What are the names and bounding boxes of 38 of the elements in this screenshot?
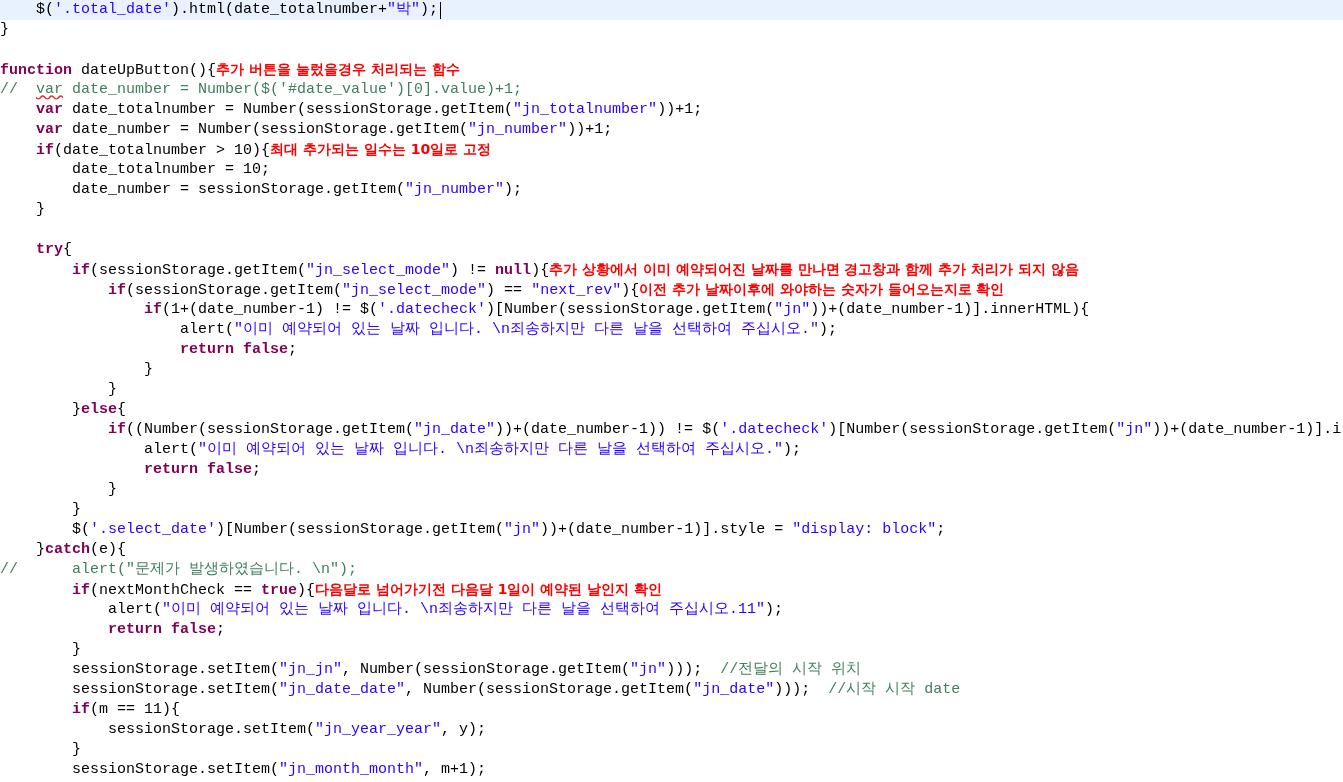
code-line: date_totalnumber = 10;	[71, 160, 271, 180]
code-line: if(sessionStorage.getItem("jn_select_mode") == "next_rev"){이전 추가 날짜이후에 와야하는 숫자가 들어오는지로 확인	[107, 280, 1005, 301]
code-line: }	[35, 200, 45, 220]
code-line: }	[107, 380, 118, 400]
code-line: // alert("문제가 발생하였습니다. \n");	[0, 560, 358, 580]
code-line: sessionStorage.setItem("jn_month_month", m+1);	[71, 760, 487, 780]
code-line: }	[71, 500, 81, 520]
code-line: alert("이미 예약되어 있는 날짜 입니다. \n죄송하지만 다른 날을 선택하여 주십시오.");	[143, 440, 802, 460]
code-line: $('.total_date').html(date_totalnumber+"박");	[35, 0, 439, 20]
code-line: // var date_number = Number($('#date_value')[0].value)+1;	[0, 80, 523, 100]
code-line: var date_totalnumber = Number(sessionStorage.getItem("jn_totalnumber"))+1;	[35, 100, 703, 120]
code-line: if((Number(sessionStorage.getItem("jn_date"))+(date_number-1)) != $('.datecheck')[Number(sessionStorage.getItem("jn"))+(date_number-1)].i	[107, 420, 1342, 440]
code-line: alert("이미 예약되어 있는 날짜 입니다. \n죄송하지만 다른 날을 선택하여 주십시오.");	[179, 320, 838, 340]
code-line: return false;	[179, 340, 298, 360]
code-line: sessionStorage.setItem("jn_jn", Number(sessionStorage.getItem("jn"))); //전달의 시작 위치	[71, 660, 862, 680]
code-line: }	[0, 20, 9, 40]
code-line: }	[71, 740, 81, 760]
code-line: sessionStorage.setItem("jn_year_year", y);	[107, 720, 487, 740]
text-cursor	[440, 1, 442, 19]
code-line: $('.select_date')[Number(sessionStorage.getItem("jn"))+(date_number-1)].style = "display: block";	[71, 520, 946, 540]
code-line: return false;	[107, 620, 226, 640]
code-line: }catch(e){	[35, 540, 127, 560]
code-line: }	[71, 640, 81, 660]
code-line: }	[143, 360, 154, 380]
code-line: var date_number = Number(sessionStorage.getItem("jn_number"))+1;	[35, 120, 613, 140]
code-line: return false;	[143, 460, 262, 480]
code-line: try{	[35, 240, 73, 260]
code-line: function dateUpButton(){추가 버튼을 눌렀을경우 처리되는 함수	[0, 60, 460, 81]
code-line: sessionStorage.setItem("jn_date_date", Number(sessionStorage.getItem("jn_date"))); //시작 시작 date	[71, 680, 961, 700]
code-line: if(1+(date_number-1) != $('.datecheck')[Number(sessionStorage.getItem("jn"))+(date_number-1)].innerHTML){	[143, 300, 1090, 320]
code-line: date_number = sessionStorage.getItem("jn_number");	[71, 180, 523, 200]
code-line: if(sessionStorage.getItem("jn_select_mode") != null){추가 상황에서 이미 예약되어진 날짜를 만나면 경고창과 함께 추가 처리가 되지 않음	[71, 260, 1079, 281]
code-line: alert("이미 예약되어 있는 날짜 입니다. \n죄송하지만 다른 날을 선택하여 주십시오.11");	[107, 600, 784, 620]
code-line: if(m == 11){	[71, 700, 181, 720]
code-line: if(nextMonthCheck == true){다음달로 넘어가기전 다음달 1일이 예약된 날인지 확인	[71, 580, 663, 601]
code-line: }	[107, 480, 118, 500]
code-line: }else{	[71, 400, 127, 420]
code-line: if(date_totalnumber > 10){최대 추가되는 일수는 10일로 고정	[35, 140, 492, 161]
